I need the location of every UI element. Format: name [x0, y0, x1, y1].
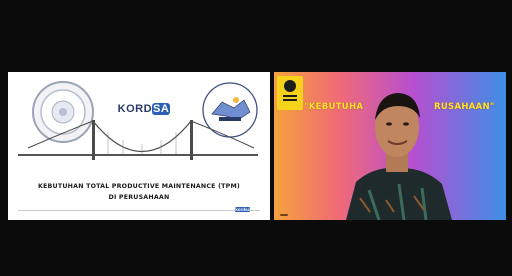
- slide-title-line-2: DI PERUSAHAAN: [108, 194, 170, 201]
- footer-logo: kordsa: [235, 207, 250, 212]
- shared-screen-slide[interactable]: KORDSA KEBUTUHAN TOTAL PRODUCTIVE MAINTE…: [8, 72, 270, 220]
- meeting-window: { "slide": { "brand_prefix": "KORD", "br…: [0, 0, 512, 276]
- speaker-video-tile[interactable]: "KEBUTUHA RUSAHAAN": [274, 72, 506, 220]
- slide-title-line-1: KEBUTUHAN TOTAL PRODUCTIVE MAINTENANCE (…: [37, 183, 241, 190]
- slide-divider: [18, 210, 260, 211]
- speaker-person: [346, 93, 452, 220]
- kordsa-logo: KORDSA: [117, 103, 171, 115]
- participant-name-tag: [280, 214, 288, 216]
